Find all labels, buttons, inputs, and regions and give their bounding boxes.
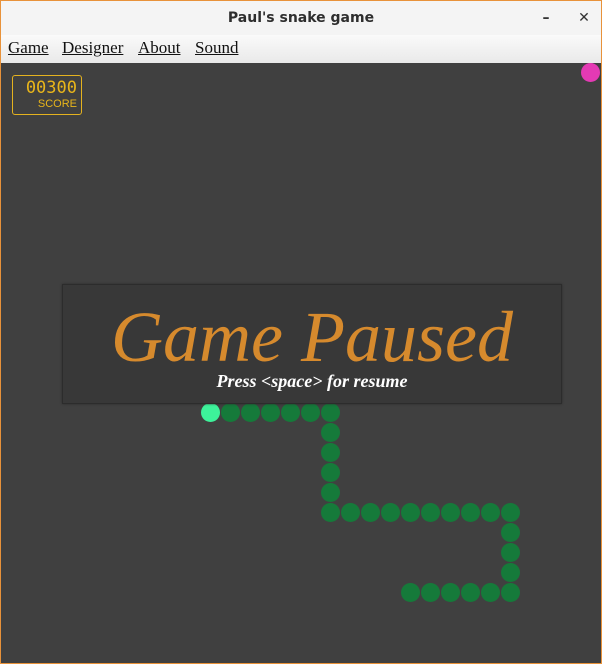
title-bar: Paul's snake game – ✕: [1, 1, 601, 35]
snake-segment: [321, 423, 340, 442]
snake-segment: [321, 503, 340, 522]
snake-segment: [341, 503, 360, 522]
pause-subtitle: Press <space> for resume: [216, 371, 408, 391]
snake-segment: [501, 523, 520, 542]
snake-segment: [461, 503, 480, 522]
snake-segment: [321, 443, 340, 462]
snake-segment: [301, 403, 320, 422]
snake-segment: [321, 483, 340, 502]
snake-segment: [321, 463, 340, 482]
menu-game[interactable]: Game: [8, 35, 49, 63]
snake-head: [201, 403, 220, 422]
snake-segment: [441, 583, 460, 602]
snake-segment: [381, 503, 400, 522]
menu-about[interactable]: About: [138, 35, 181, 63]
snake-segment: [261, 403, 280, 422]
snake-segment: [501, 583, 520, 602]
pause-title: Game Paused: [111, 297, 513, 377]
snake-segment: [501, 563, 520, 582]
snake-segment: [421, 503, 440, 522]
snake-segment: [221, 403, 240, 422]
snake-segment: [421, 583, 440, 602]
menu-designer[interactable]: Designer: [62, 35, 123, 63]
score-display: 00300 SCORE: [12, 75, 82, 115]
snake-segment: [401, 503, 420, 522]
snake-segment: [461, 583, 480, 602]
menu-bar: Game Designer About Sound: [1, 35, 601, 64]
snake-segment: [501, 503, 520, 522]
snake-segment: [361, 503, 380, 522]
snake-segment: [501, 543, 520, 562]
snake-segment: [441, 503, 460, 522]
close-button[interactable]: ✕: [569, 1, 599, 35]
food-item: [581, 63, 600, 82]
pause-banner: Game Paused Press <space> for resume: [62, 284, 562, 404]
game-board[interactable]: 00300 SCORE Game Paused Press <space> fo…: [1, 63, 601, 663]
menu-sound[interactable]: Sound: [195, 35, 238, 63]
snake-segment: [481, 583, 500, 602]
snake-segment: [321, 403, 340, 422]
score-value: 00300: [25, 78, 77, 98]
window-title: Paul's snake game: [227, 10, 375, 26]
snake-segment: [281, 403, 300, 422]
snake-segment: [481, 503, 500, 522]
snake-segment: [241, 403, 260, 422]
minimize-button[interactable]: –: [531, 1, 561, 35]
snake-segment: [401, 583, 420, 602]
score-label: SCORE: [37, 98, 77, 110]
app-window: Paul's snake game – ✕ Game Designer Abou…: [0, 0, 602, 664]
